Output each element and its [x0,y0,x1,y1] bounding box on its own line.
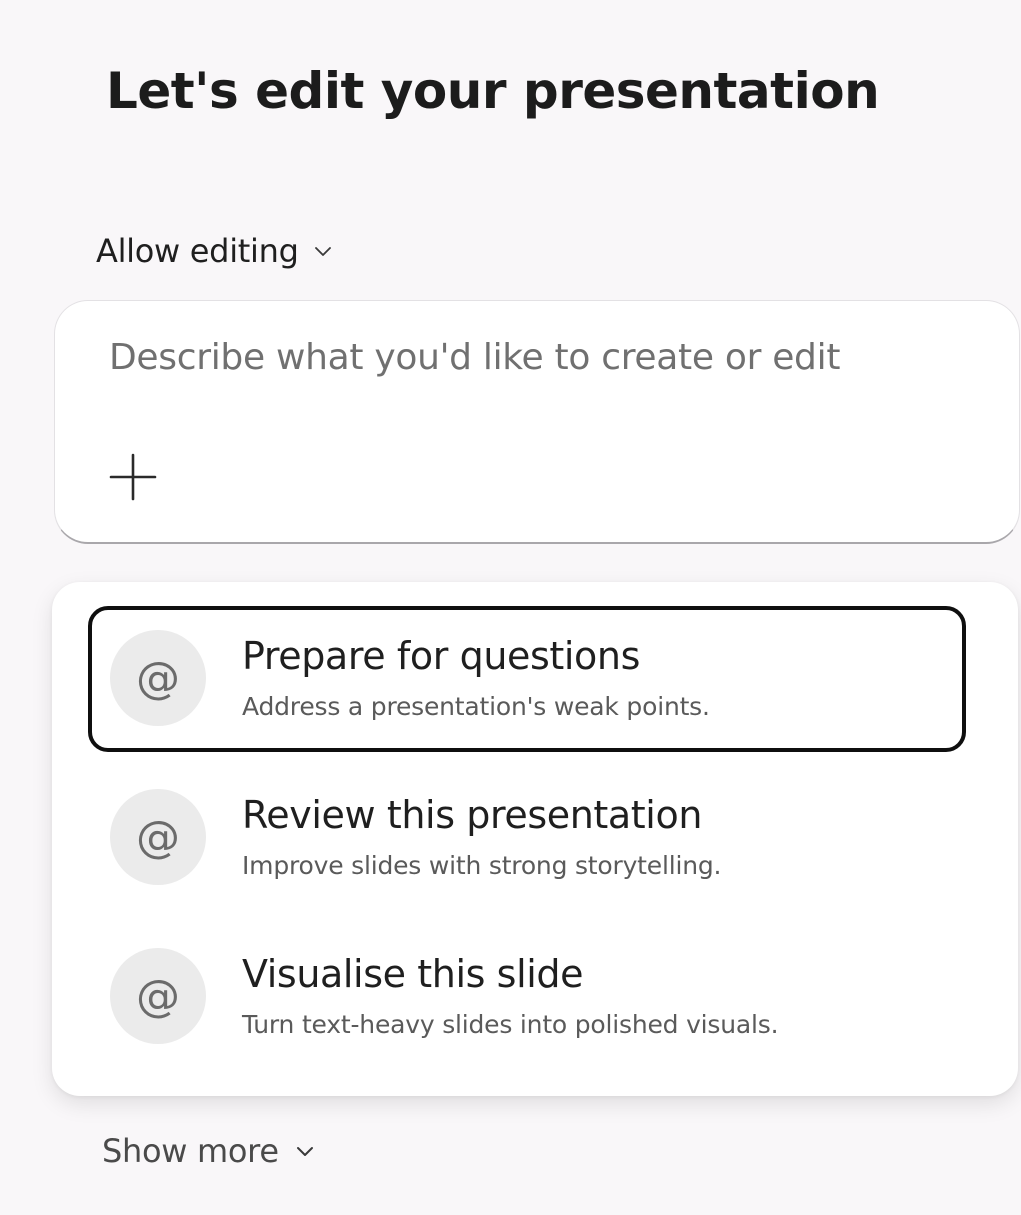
prompt-input[interactable]: Describe what you'd like to create or ed… [54,300,1020,544]
at-mention-icon: @ [110,948,206,1044]
suggestion-description: Improve slides with strong storytelling. [242,851,722,880]
chevron-down-icon [314,247,331,256]
chevron-down-icon [296,1147,313,1156]
suggestion-review-this-presentation[interactable]: @ Review this presentation Improve slide… [88,765,966,911]
prompt-placeholder: Describe what you'd like to create or ed… [109,337,841,378]
at-mention-icon: @ [110,630,206,726]
allow-editing-label: Allow editing [96,232,299,270]
suggestion-title: Review this presentation [242,793,703,837]
plus-icon[interactable] [105,449,161,505]
show-more-button[interactable]: Show more [102,1132,315,1170]
show-more-label: Show more [102,1132,279,1170]
suggestion-visualise-this-slide[interactable]: @ Visualise this slide Turn text-heavy s… [88,924,966,1070]
suggestion-title: Prepare for questions [242,634,640,678]
suggestion-description: Address a presentation's weak points. [242,692,710,721]
suggestion-title: Visualise this slide [242,952,584,996]
allow-editing-dropdown[interactable]: Allow editing [96,232,333,270]
at-mention-icon: @ [110,789,206,885]
page-title: Let's edit your presentation [106,62,880,120]
suggestion-description: Turn text-heavy slides into polished vis… [242,1010,779,1039]
suggestions-card: @ Prepare for questions Address a presen… [52,582,1018,1096]
suggestion-prepare-for-questions[interactable]: @ Prepare for questions Address a presen… [88,606,966,752]
